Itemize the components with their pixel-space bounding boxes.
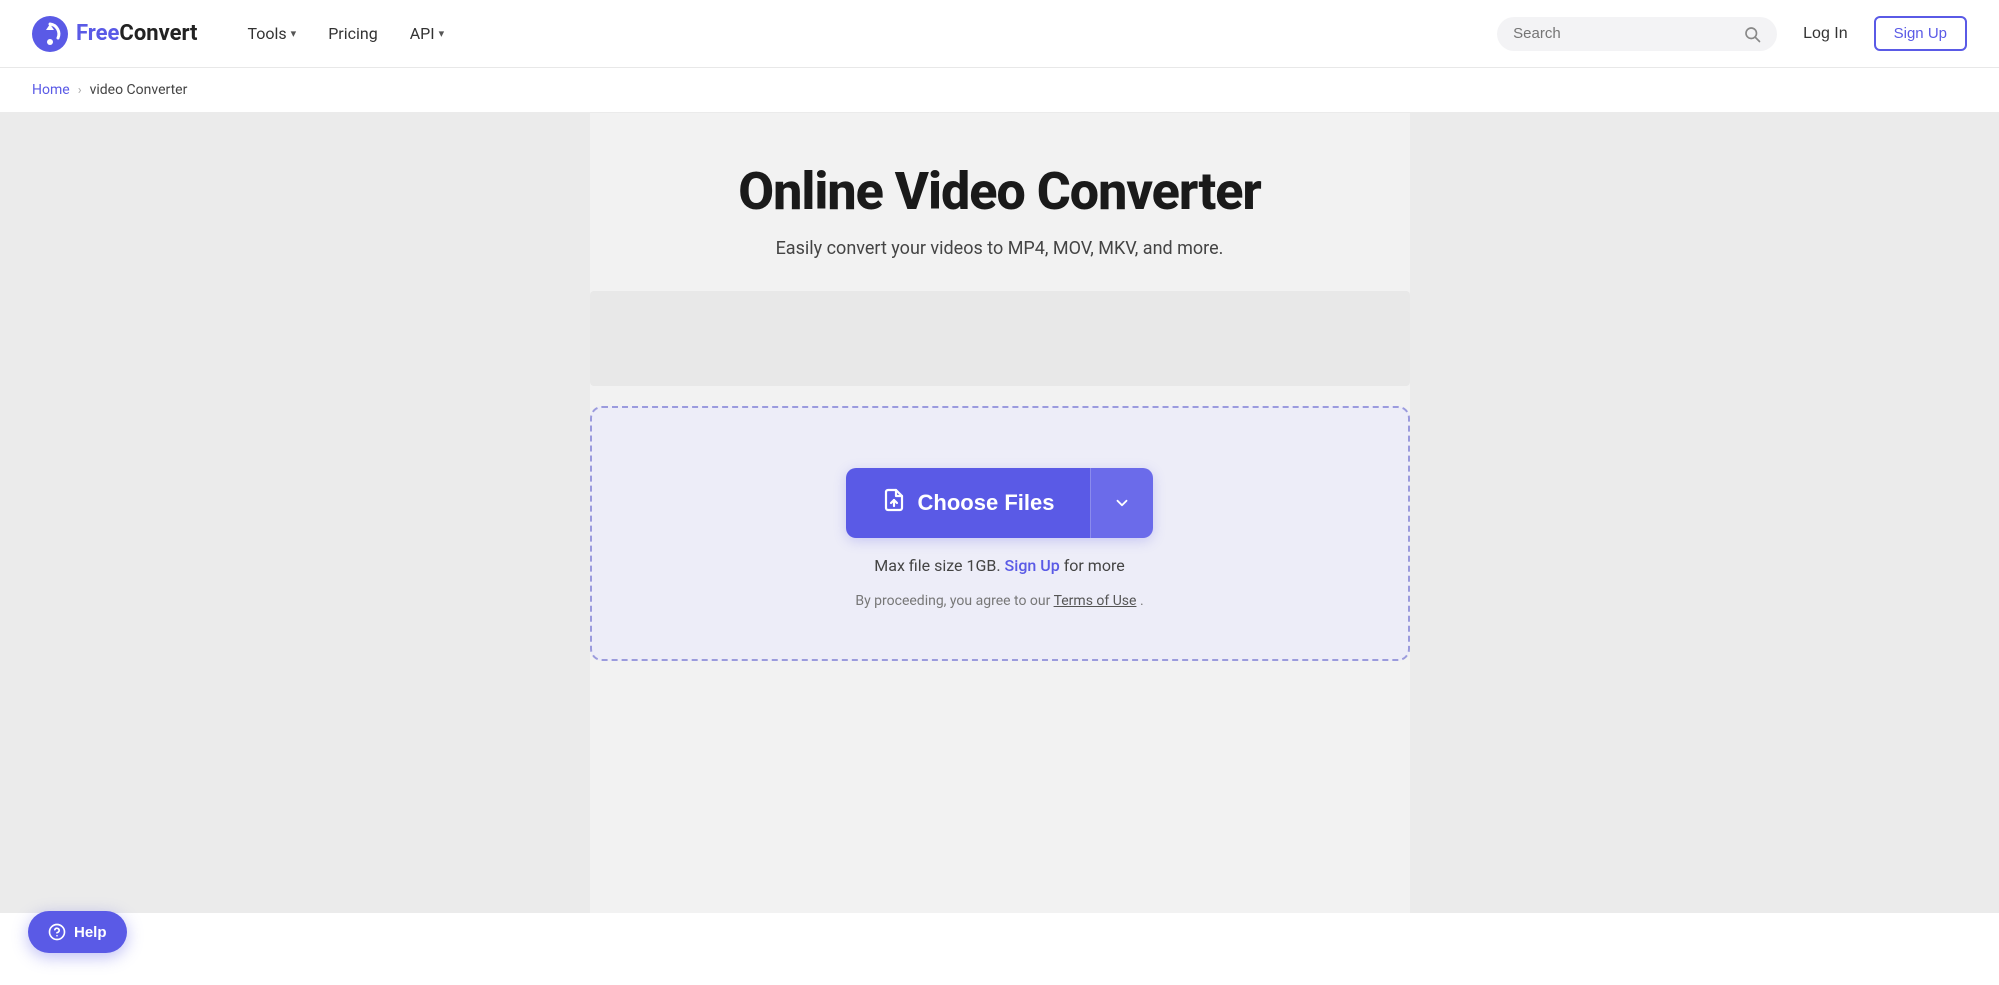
main-layout: Online Video Converter Easily convert yo… bbox=[0, 113, 1999, 913]
file-size-note: Max file size 1GB. Sign Up for more bbox=[874, 556, 1124, 575]
dropzone[interactable]: Choose Files Max file size 1GB. Sign Up … bbox=[590, 406, 1410, 661]
nav-pricing[interactable]: Pricing bbox=[314, 16, 392, 51]
right-side-panel bbox=[1410, 113, 1999, 913]
tools-chevron-icon: ▾ bbox=[291, 27, 297, 40]
choose-files-row: Choose Files bbox=[846, 468, 1154, 538]
terms-link[interactable]: Terms of Use bbox=[1054, 593, 1137, 609]
ad-banner bbox=[590, 291, 1410, 386]
logo-icon bbox=[32, 16, 68, 52]
nav-api[interactable]: API ▾ bbox=[396, 16, 458, 51]
page-title: Online Video Converter bbox=[738, 161, 1261, 222]
dropdown-chevron-icon bbox=[1113, 494, 1131, 512]
terms-note: By proceeding, you agree to our Terms of… bbox=[855, 593, 1143, 609]
breadcrumb-separator: › bbox=[78, 83, 82, 98]
help-icon bbox=[48, 923, 66, 941]
nav-right: Log In Sign Up bbox=[1497, 16, 1967, 51]
breadcrumb-home[interactable]: Home bbox=[32, 82, 70, 98]
breadcrumb: Home › video Converter bbox=[0, 68, 1999, 113]
search-button[interactable] bbox=[1743, 25, 1761, 43]
choose-files-button[interactable]: Choose Files bbox=[846, 468, 1092, 538]
left-side-panel bbox=[0, 113, 590, 913]
search-input[interactable] bbox=[1513, 25, 1733, 42]
signup-button[interactable]: Sign Up bbox=[1874, 16, 1967, 51]
upload-icon bbox=[882, 488, 906, 512]
search-bar[interactable] bbox=[1497, 17, 1777, 51]
page-subtitle: Easily convert your videos to MP4, MOV, … bbox=[776, 238, 1224, 259]
nav-tools[interactable]: Tools ▾ bbox=[234, 16, 311, 51]
nav-links: Tools ▾ Pricing API ▾ bbox=[234, 16, 1498, 51]
navbar: FreeConvert Tools ▾ Pricing API ▾ Log In… bbox=[0, 0, 1999, 68]
file-upload-icon bbox=[882, 488, 906, 518]
login-button[interactable]: Log In bbox=[1793, 19, 1857, 49]
main-panel: Online Video Converter Easily convert yo… bbox=[590, 113, 1410, 913]
logo-link[interactable]: FreeConvert bbox=[32, 16, 198, 52]
help-button[interactable]: Help bbox=[28, 911, 127, 953]
signup-link[interactable]: Sign Up bbox=[1005, 556, 1060, 575]
api-chevron-icon: ▾ bbox=[439, 27, 445, 40]
choose-files-dropdown-button[interactable] bbox=[1091, 468, 1153, 538]
logo-text: FreeConvert bbox=[76, 21, 198, 46]
breadcrumb-current: video Converter bbox=[90, 82, 188, 98]
search-icon bbox=[1743, 25, 1761, 43]
